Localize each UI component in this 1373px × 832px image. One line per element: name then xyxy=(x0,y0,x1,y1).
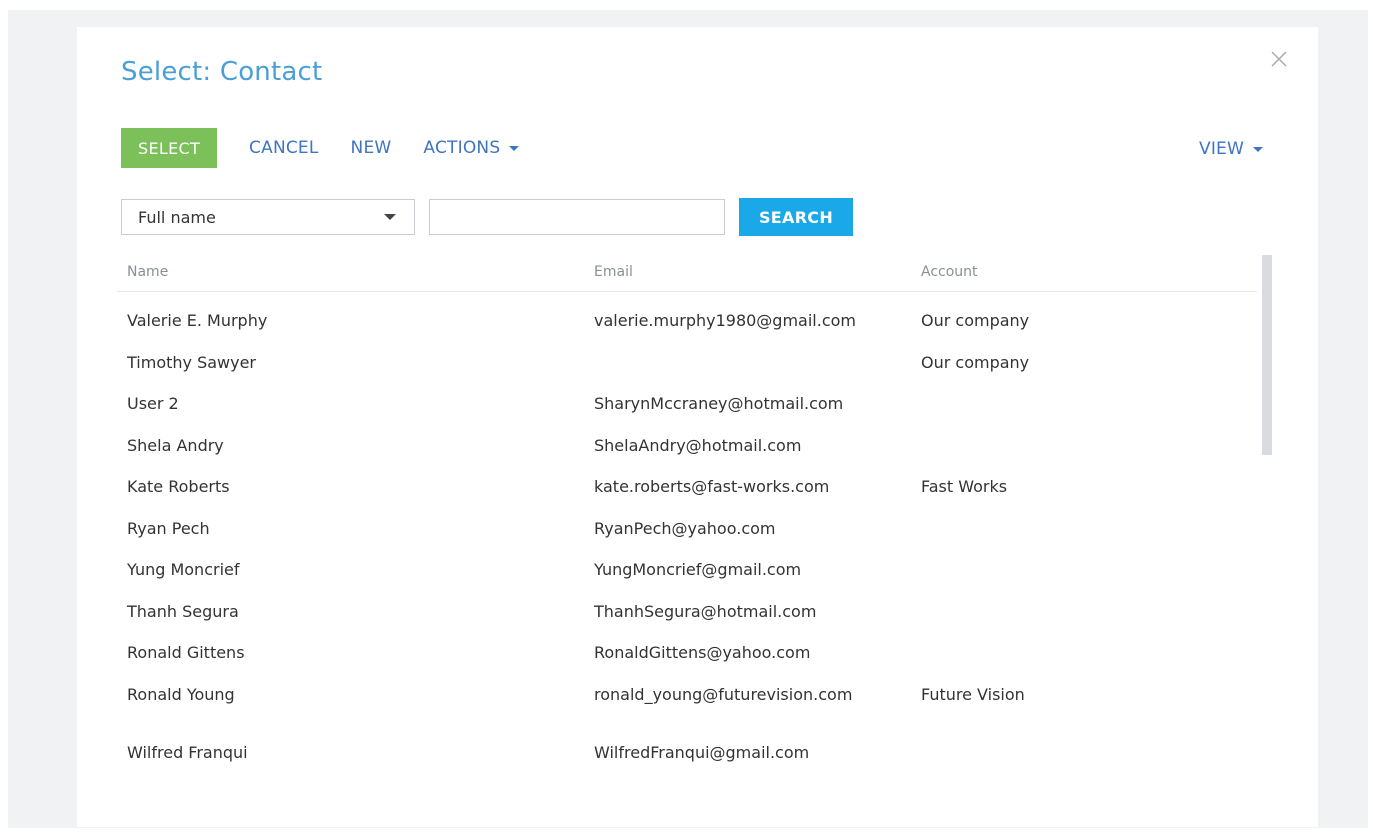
cell-name: Valerie E. Murphy xyxy=(127,311,268,330)
table-row[interactable]: Yung Moncrief YungMoncrief@gmail.com xyxy=(117,558,1257,600)
cell-name: Shela Andry xyxy=(127,436,224,455)
search-input[interactable] xyxy=(429,199,725,235)
cell-name: Timothy Sawyer xyxy=(127,353,257,372)
dialog-title: Select: Contact xyxy=(121,57,323,87)
cell-name: Ronald Gittens xyxy=(127,643,245,662)
table-row[interactable]: Ronald Young ronald_young@futurevision.co… xyxy=(117,683,1257,741)
table-row[interactable]: Valerie E. Murphy valerie.murphy1980@gmai… xyxy=(117,309,1257,351)
actions-button-label: ACTIONS xyxy=(423,138,501,158)
table-row[interactable]: Shela Andry ShelaAndry@hotmail.com xyxy=(117,434,1257,475)
new-button[interactable]: NEW xyxy=(351,138,392,158)
search-field-selected: Full name xyxy=(138,207,216,227)
caret-down-icon xyxy=(1253,147,1263,152)
contacts-grid: Name Email Account Valerie E. Murphy vale… xyxy=(117,253,1257,762)
cell-email: WilfredFranqui@gmail.com xyxy=(594,743,810,762)
table-row[interactable]: User 2 SharynMccraney@hotmail.com xyxy=(117,392,1257,434)
search-row: Full name SEARCH xyxy=(121,198,853,236)
cell-account: Our company xyxy=(921,353,1030,372)
cell-email: YungMoncrief@gmail.com xyxy=(594,560,802,579)
cell-account: Future Vision xyxy=(921,685,1025,704)
column-header-account[interactable]: Account xyxy=(921,264,978,280)
cell-email: RyanPech@yahoo.com xyxy=(594,519,776,538)
table-row[interactable]: Ronald Gittens RonaldGittens@yahoo.com xyxy=(117,641,1257,683)
cell-email: RonaldGittens@yahoo.com xyxy=(594,643,811,662)
actions-button[interactable]: ACTIONS xyxy=(423,138,520,158)
view-button[interactable]: VIEW xyxy=(1199,139,1263,159)
cell-email: ThanhSegura@hotmail.com xyxy=(594,602,817,621)
cancel-button[interactable]: CANCEL xyxy=(249,138,319,158)
column-header-name[interactable]: Name xyxy=(127,264,168,280)
column-header-email[interactable]: Email xyxy=(594,264,633,280)
cell-name: Kate Roberts xyxy=(127,477,230,496)
table-row[interactable]: Kate Roberts kate.roberts@fast-works.com F… xyxy=(117,475,1257,517)
table-row[interactable]: Ryan Pech RyanPech@yahoo.com xyxy=(117,517,1257,558)
cell-name: Ryan Pech xyxy=(127,519,210,538)
table-row[interactable]: Wilfred Franqui WilfredFranqui@gmail.com xyxy=(117,741,1257,771)
cell-name: Ronald Young xyxy=(127,685,235,704)
cell-name: Wilfred Franqui xyxy=(127,743,248,762)
cell-email: kate.roberts@fast-works.com xyxy=(594,477,830,496)
select-contact-dialog: Select: Contact SELECT CANCEL NEW ACTION… xyxy=(77,27,1318,827)
search-field-dropdown[interactable]: Full name xyxy=(121,199,415,235)
grid-scrollbar[interactable] xyxy=(1262,255,1272,455)
select-button[interactable]: SELECT xyxy=(121,128,218,168)
search-button[interactable]: SEARCH xyxy=(739,198,853,236)
cell-email: SharynMccraney@hotmail.com xyxy=(594,394,844,413)
table-row[interactable]: Timothy Sawyer Our company xyxy=(117,351,1257,392)
cell-email: ronald_young@futurevision.com xyxy=(594,685,853,704)
cell-account: Fast Works xyxy=(921,477,1008,496)
toolbar: SELECT CANCEL NEW ACTIONS xyxy=(121,128,520,168)
grid-header: Name Email Account xyxy=(117,253,1257,292)
caret-down-icon xyxy=(509,146,520,151)
cell-name: Yung Moncrief xyxy=(127,560,240,579)
chevron-down-icon xyxy=(384,214,396,220)
cell-name: Thanh Segura xyxy=(127,602,239,621)
cell-email: ShelaAndry@hotmail.com xyxy=(594,436,802,455)
cell-email: valerie.murphy1980@gmail.com xyxy=(594,311,856,330)
view-button-label: VIEW xyxy=(1199,139,1244,159)
table-row[interactable]: Thanh Segura ThanhSegura@hotmail.com xyxy=(117,600,1257,641)
close-icon[interactable] xyxy=(1267,47,1291,71)
cell-account: Our company xyxy=(921,311,1030,330)
cell-name: User 2 xyxy=(127,394,179,413)
